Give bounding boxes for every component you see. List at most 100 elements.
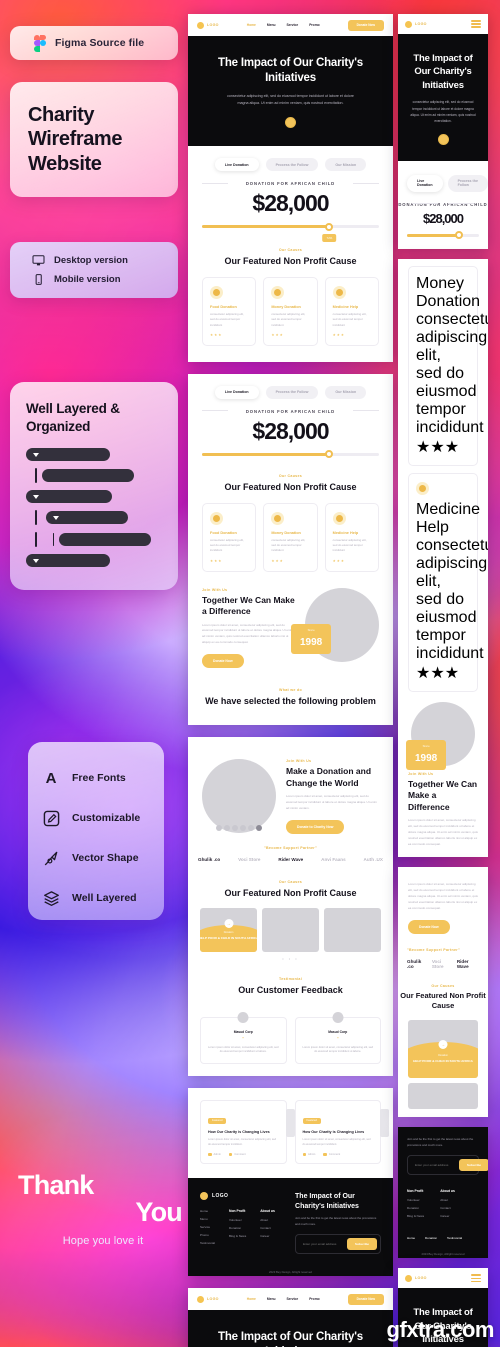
footer-link[interactable]: Promo: [200, 1233, 215, 1237]
tab-process-the-follow[interactable]: Process the Follow: [447, 174, 488, 192]
tab-live-donation[interactable]: Live Donation: [214, 385, 259, 399]
footer-link[interactable]: Testimonial: [200, 1241, 215, 1245]
subscribe-button[interactable]: Subscribe: [459, 1159, 488, 1172]
footer-link[interactable]: Volunteer: [229, 1218, 246, 1222]
figma-source-file-badge[interactable]: Figma Source file: [10, 26, 178, 60]
cause-card[interactable]: Medicine Help consectetur adipiscing eli…: [408, 472, 488, 692]
donation-progress-slider[interactable]: [202, 450, 379, 459]
footer-link[interactable]: Menu: [200, 1217, 215, 1221]
cause-card[interactable]: Medicine Help consectetur adipiscing eli…: [324, 502, 379, 572]
hamburger-menu-icon[interactable]: [471, 1273, 481, 1284]
mobile-mockup-causes[interactable]: Money Donation consectetur adipiscing el…: [398, 258, 488, 858]
footer-link[interactable]: Volunteer: [407, 1198, 424, 1202]
desktop-mockup-home-repeat[interactable]: LOGO Home Menu Service Promo Donate Now …: [188, 1288, 393, 1347]
thank-you-block: Thank You Hope you love it: [18, 1172, 188, 1248]
tab-our-mission[interactable]: Our Mission: [325, 385, 367, 399]
arrow-right-icon[interactable]: →: [224, 919, 233, 929]
tab-process-the-follow[interactable]: Process the Follow: [265, 385, 319, 399]
footer-link[interactable]: Donation: [229, 1226, 246, 1230]
blog-card[interactable]: Featured How Our Charity is Changing Liv…: [294, 1100, 389, 1165]
donate-to-charity-button[interactable]: Donate to Charity Now: [286, 819, 345, 834]
navbar: LOGO: [398, 14, 488, 34]
subscribe-form[interactable]: Subscribe: [295, 1234, 381, 1255]
tab-process-the-follow[interactable]: Process the Follow: [265, 158, 319, 171]
slider-knob[interactable]: [325, 450, 334, 459]
nav-link-menu[interactable]: Menu: [267, 23, 276, 27]
mobile-mockup-footer[interactable]: Join and be the first to get the latest …: [398, 1127, 488, 1259]
nav-link-home[interactable]: Home: [247, 23, 256, 27]
nav-link-service[interactable]: Service: [286, 1297, 298, 1301]
tab-live-donation[interactable]: Live Donation: [214, 158, 259, 171]
cause-card[interactable]: Medicine Help consectetur adipiscing eli…: [324, 277, 379, 346]
subscribe-form[interactable]: Subscribe: [407, 1155, 488, 1176]
tab-live-donation[interactable]: Live Donation: [407, 174, 443, 192]
join-body: Lorem ipsum dolor sit amet, consectetur …: [408, 818, 478, 846]
cause-card[interactable]: Money Donation consectetur adipiscing el…: [263, 277, 318, 346]
cause-card[interactable]: Food Donation consectetur adipiscing eli…: [202, 502, 257, 572]
footer-link[interactable]: Blog & News: [407, 1214, 424, 1218]
cause-card[interactable]: Food Donation consectetur adipiscing eli…: [202, 277, 257, 346]
featured-cause-card[interactable]: [262, 908, 319, 953]
arrow-right-icon[interactable]: →: [438, 1040, 448, 1050]
mobile-icon: [35, 274, 42, 285]
join-donate-button[interactable]: Donate Now: [202, 653, 244, 668]
testimonial-text: Lorem ipsum dolor sit amet, consectetur …: [208, 1045, 279, 1054]
blog-card[interactable]: Featured How Our Charity is Changing Liv…: [200, 1100, 295, 1165]
tab-our-mission[interactable]: Our Mission: [325, 158, 367, 171]
footer-link[interactable]: Blog & News: [229, 1234, 246, 1238]
email-input[interactable]: [411, 1163, 459, 1168]
footer-link[interactable]: Donation: [425, 1236, 437, 1240]
hamburger-menu-icon[interactable]: [471, 18, 481, 29]
nav-link-promo[interactable]: Promo: [309, 23, 319, 27]
cause-card-rating: ★★★: [210, 332, 223, 337]
cause-card[interactable]: Money Donation consectetur adipiscing el…: [263, 502, 318, 572]
cause-card-rating: ★★★: [416, 664, 460, 682]
nav-link-home[interactable]: Home: [247, 1297, 256, 1301]
featured-cause-section: Our Causes Our Featured Non Profit Cause…: [188, 862, 393, 961]
desktop-mockup-home[interactable]: LOGO Home Menu Service Promo Donate Now …: [188, 14, 393, 362]
desktop-mockup-join[interactable]: Live Donation Process the Follow Our Mis…: [188, 373, 393, 726]
featured-cause-card-active[interactable]: → Donation HELP POOR & CHILD IN SOUTH AF…: [408, 1020, 478, 1079]
slider-knob[interactable]: [454, 231, 463, 240]
featured-cause-card[interactable]: [324, 908, 381, 953]
footer-link[interactable]: Home: [200, 1209, 215, 1213]
donation-progress-slider[interactable]: [407, 231, 479, 240]
footer-link[interactable]: Home: [407, 1236, 415, 1240]
email-input[interactable]: [299, 1242, 348, 1247]
mobile-mockup-home[interactable]: LOGO The Impact of Our Charity's Initiat…: [398, 14, 488, 249]
nav-link-promo[interactable]: Promo: [309, 1297, 319, 1301]
footer-link[interactable]: Career: [260, 1234, 275, 1238]
join-title: Together We Can Make a Difference: [408, 778, 478, 812]
mobile-mockup-partners[interactable]: Lorem ipsum dolor sit amet, consectetur …: [398, 867, 488, 1118]
footer-link[interactable]: Career: [440, 1214, 455, 1218]
logo: LOGO: [405, 1274, 427, 1282]
featured-cause-title: Our Featured Non Profit Cause: [224, 888, 357, 899]
desktop-mockup-footer[interactable]: Featured How Our Charity is Changing Liv…: [188, 1088, 393, 1277]
footer-link[interactable]: About: [440, 1198, 455, 1202]
cause-card-desc: consectetur adipiscing elit, sed do eius…: [332, 312, 367, 327]
footer-link[interactable]: Contact: [440, 1206, 455, 1210]
join-donate-button[interactable]: Donate Now: [408, 919, 450, 934]
footer-link[interactable]: Donation: [407, 1206, 424, 1210]
footer-link[interactable]: Contact: [260, 1226, 275, 1230]
subscribe-button[interactable]: Subscribe: [347, 1238, 377, 1251]
nav-donate-button[interactable]: Donate Now: [347, 1293, 384, 1305]
footer-link[interactable]: Service: [200, 1225, 215, 1229]
footer-link[interactable]: About: [260, 1218, 275, 1222]
featured-cause-card[interactable]: [408, 1083, 478, 1110]
slider-knob[interactable]: [325, 222, 334, 231]
version-row-desktop[interactable]: Desktop version: [32, 251, 178, 270]
footer-link[interactable]: Testimonial: [447, 1236, 462, 1240]
partner-logo: Rider Wave: [278, 856, 304, 862]
desktop-mockup-donate[interactable]: Join With Us Make a Donation and Change …: [188, 737, 393, 1077]
nav-donate-button[interactable]: Donate Now: [347, 19, 384, 31]
logo: LOGO: [405, 20, 427, 28]
featured-cause-cards: → Donation HELP POOR & CHILD IN SOUTH AF…: [188, 899, 393, 953]
cause-card[interactable]: Money Donation consectetur adipiscing el…: [408, 265, 488, 466]
featured-cause-card-active[interactable]: → Donation HELP POOR & CHILD IN SOUTH AF…: [200, 908, 257, 953]
causes-section: Our Causes Our Featured Non Profit Cause…: [188, 456, 393, 572]
nav-link-menu[interactable]: Menu: [267, 1297, 276, 1301]
donation-progress-slider[interactable]: 72%: [202, 222, 379, 242]
version-row-mobile[interactable]: Mobile version: [32, 270, 178, 289]
nav-link-service[interactable]: Service: [286, 23, 298, 27]
